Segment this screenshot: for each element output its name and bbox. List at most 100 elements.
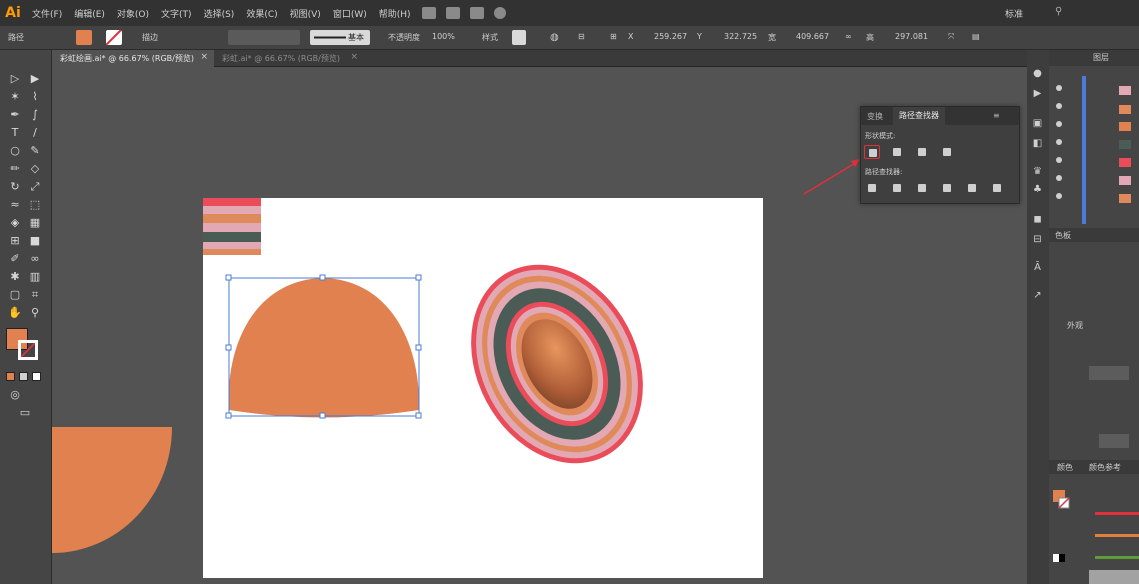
crop-button[interactable] [939, 181, 955, 195]
direct-selection-icon[interactable]: ▶ [28, 72, 42, 86]
unite-button[interactable] [864, 145, 880, 159]
graphic-styles-icon[interactable]: ◼ [1031, 214, 1044, 226]
lasso-icon[interactable]: ⌇ [28, 90, 42, 104]
w-value[interactable]: 409.667 [796, 32, 829, 41]
panel-tab-layers[interactable]: 图层 [1093, 52, 1109, 66]
menu-select[interactable]: 选择(S) [198, 7, 241, 20]
blend-icon[interactable]: ∞ [28, 252, 42, 266]
column-graph-icon[interactable]: ▥ [28, 270, 42, 284]
menu-edit[interactable]: 编辑(E) [68, 7, 111, 20]
merge-button[interactable] [914, 181, 930, 195]
eyedropper-icon[interactable]: ✐ [8, 252, 22, 266]
tab-transform[interactable]: 变换 [867, 111, 883, 122]
menu-view[interactable]: 视图(V) [284, 7, 327, 20]
menu-window[interactable]: 窗口(W) [327, 7, 373, 20]
menu-help[interactable]: 帮助(H) [373, 7, 417, 20]
panel-menu-icon[interactable]: ≡ [993, 111, 1000, 120]
ellipse-icon[interactable]: ○ [8, 144, 22, 158]
stock-icon[interactable] [445, 7, 460, 19]
recolor-icon[interactable]: ◍ [550, 32, 559, 43]
menu-type[interactable]: 文字(T) [155, 7, 198, 20]
symbols-icon[interactable]: ♣ [1031, 184, 1044, 196]
menu-effect[interactable]: 效果(C) [240, 7, 283, 20]
pencil-icon[interactable]: ✏ [8, 162, 22, 176]
gpu-performance-icon[interactable] [493, 7, 506, 19]
panel-tab-swatches[interactable]: 色板 [1055, 230, 1071, 244]
visibility-eye-icons[interactable] [1056, 85, 1062, 199]
h-value[interactable]: 297.081 [895, 32, 928, 41]
close-icon[interactable]: × [200, 52, 208, 62]
curvature-icon[interactable]: ∫ [28, 108, 42, 122]
properties-icon[interactable]: ▣ [1031, 118, 1044, 130]
character-icon[interactable]: Ā [1031, 262, 1044, 274]
arrange-documents-icon[interactable] [469, 7, 484, 19]
magic-wand-icon[interactable]: ✶ [8, 90, 22, 104]
trim-button[interactable] [889, 181, 905, 195]
zoom-icon[interactable]: ⚲ [28, 306, 42, 320]
export-icon[interactable]: ↗ [1031, 290, 1044, 302]
gradient-mode-icon[interactable] [19, 372, 28, 381]
free-transform-icon[interactable]: ⬚ [28, 198, 42, 212]
document-tab[interactable]: 彩虹.ai* @ 66.67% (RGB/预览) × [214, 50, 364, 67]
document-tab-active[interactable]: 彩虹绘画.ai* @ 66.67% (RGB/预览) × [52, 50, 214, 67]
y-value[interactable]: 322.725 [724, 32, 757, 41]
none-mode-icon[interactable] [32, 372, 41, 381]
paintbrush-icon[interactable]: ✎ [28, 144, 42, 158]
minus-back-button[interactable] [989, 181, 1005, 195]
bridge-icon[interactable] [421, 7, 436, 19]
brushes-icon[interactable]: ♛ [1031, 166, 1044, 178]
color-panel-icon[interactable]: ● [1031, 68, 1044, 80]
divide-button[interactable] [864, 181, 880, 195]
slice-icon[interactable]: ⌗ [28, 288, 42, 302]
app-logo: Ai [5, 5, 21, 21]
drawing-mode-icon[interactable]: ◎ [8, 388, 22, 402]
pen-icon[interactable]: ✒ [8, 108, 22, 122]
rotate-icon[interactable]: ↻ [8, 180, 22, 194]
layer-color-bar [1082, 76, 1086, 224]
screen-mode-icon[interactable]: ▭ [18, 406, 32, 420]
tab-pathfinder[interactable]: 路径查找器 [893, 107, 945, 125]
panel-tab-color-guide[interactable]: 颜色参考 [1089, 462, 1121, 476]
none-stroke-icon [105, 29, 122, 46]
panel-tab-color[interactable]: 颜色 [1057, 462, 1073, 476]
artboard-icon[interactable]: ▢ [8, 288, 22, 302]
type-icon[interactable]: T [8, 126, 22, 140]
close-icon[interactable]: × [350, 52, 358, 62]
graphic-style-swatch[interactable] [512, 30, 526, 45]
gradient-icon[interactable]: ■ [28, 234, 42, 248]
symbol-sprayer-icon[interactable]: ✱ [8, 270, 22, 284]
eraser-icon[interactable]: ◇ [28, 162, 42, 176]
menu-file[interactable]: 文件(F) [26, 7, 68, 20]
exclude-button[interactable] [939, 145, 955, 159]
constrain-link-icon[interactable]: ∞ [845, 32, 852, 41]
fill-color-swatch[interactable] [76, 30, 92, 45]
variable-width-dropdown[interactable] [228, 30, 300, 45]
perspective-icon[interactable]: ▦ [28, 216, 42, 230]
color-mode-icon[interactable] [6, 372, 15, 381]
opacity-value[interactable]: 100% [432, 32, 455, 41]
isolate-icon[interactable]: ▤ [972, 32, 980, 41]
align-dock-icon[interactable]: ⊟ [1031, 234, 1044, 246]
intersect-button[interactable] [914, 145, 930, 159]
stroke-color-swatch[interactable] [105, 29, 122, 46]
mesh-icon[interactable]: ⊞ [8, 234, 22, 248]
workspace-switcher[interactable]: 标准 [1005, 7, 1023, 20]
align-icon[interactable]: ⊟ [578, 32, 585, 41]
line-icon[interactable]: / [28, 126, 42, 140]
color-guide-icon[interactable]: ▶ [1031, 88, 1044, 100]
minus-front-button[interactable] [889, 145, 905, 159]
hand-icon[interactable]: ✋ [8, 306, 22, 320]
stroke-swatch[interactable] [18, 340, 38, 360]
search-icon[interactable]: ⚲ [1055, 6, 1115, 20]
x-value[interactable]: 259.267 [654, 32, 687, 41]
shape-builder-icon[interactable]: ◈ [8, 216, 22, 230]
transform-panel-icon[interactable]: ⤧ [948, 32, 954, 42]
layers-dock-icon[interactable]: ◧ [1031, 138, 1044, 150]
panel-appearance-header[interactable]: 外观 [1067, 320, 1083, 334]
menu-object[interactable]: 对象(O) [111, 7, 155, 20]
width-icon[interactable]: ≈ [8, 198, 22, 212]
selection-icon[interactable]: ▷ [8, 72, 22, 86]
outline-button[interactable] [964, 181, 980, 195]
transform-reference-icon[interactable]: ⊞ [610, 32, 617, 41]
scale-icon[interactable]: ⤢ [28, 180, 42, 194]
